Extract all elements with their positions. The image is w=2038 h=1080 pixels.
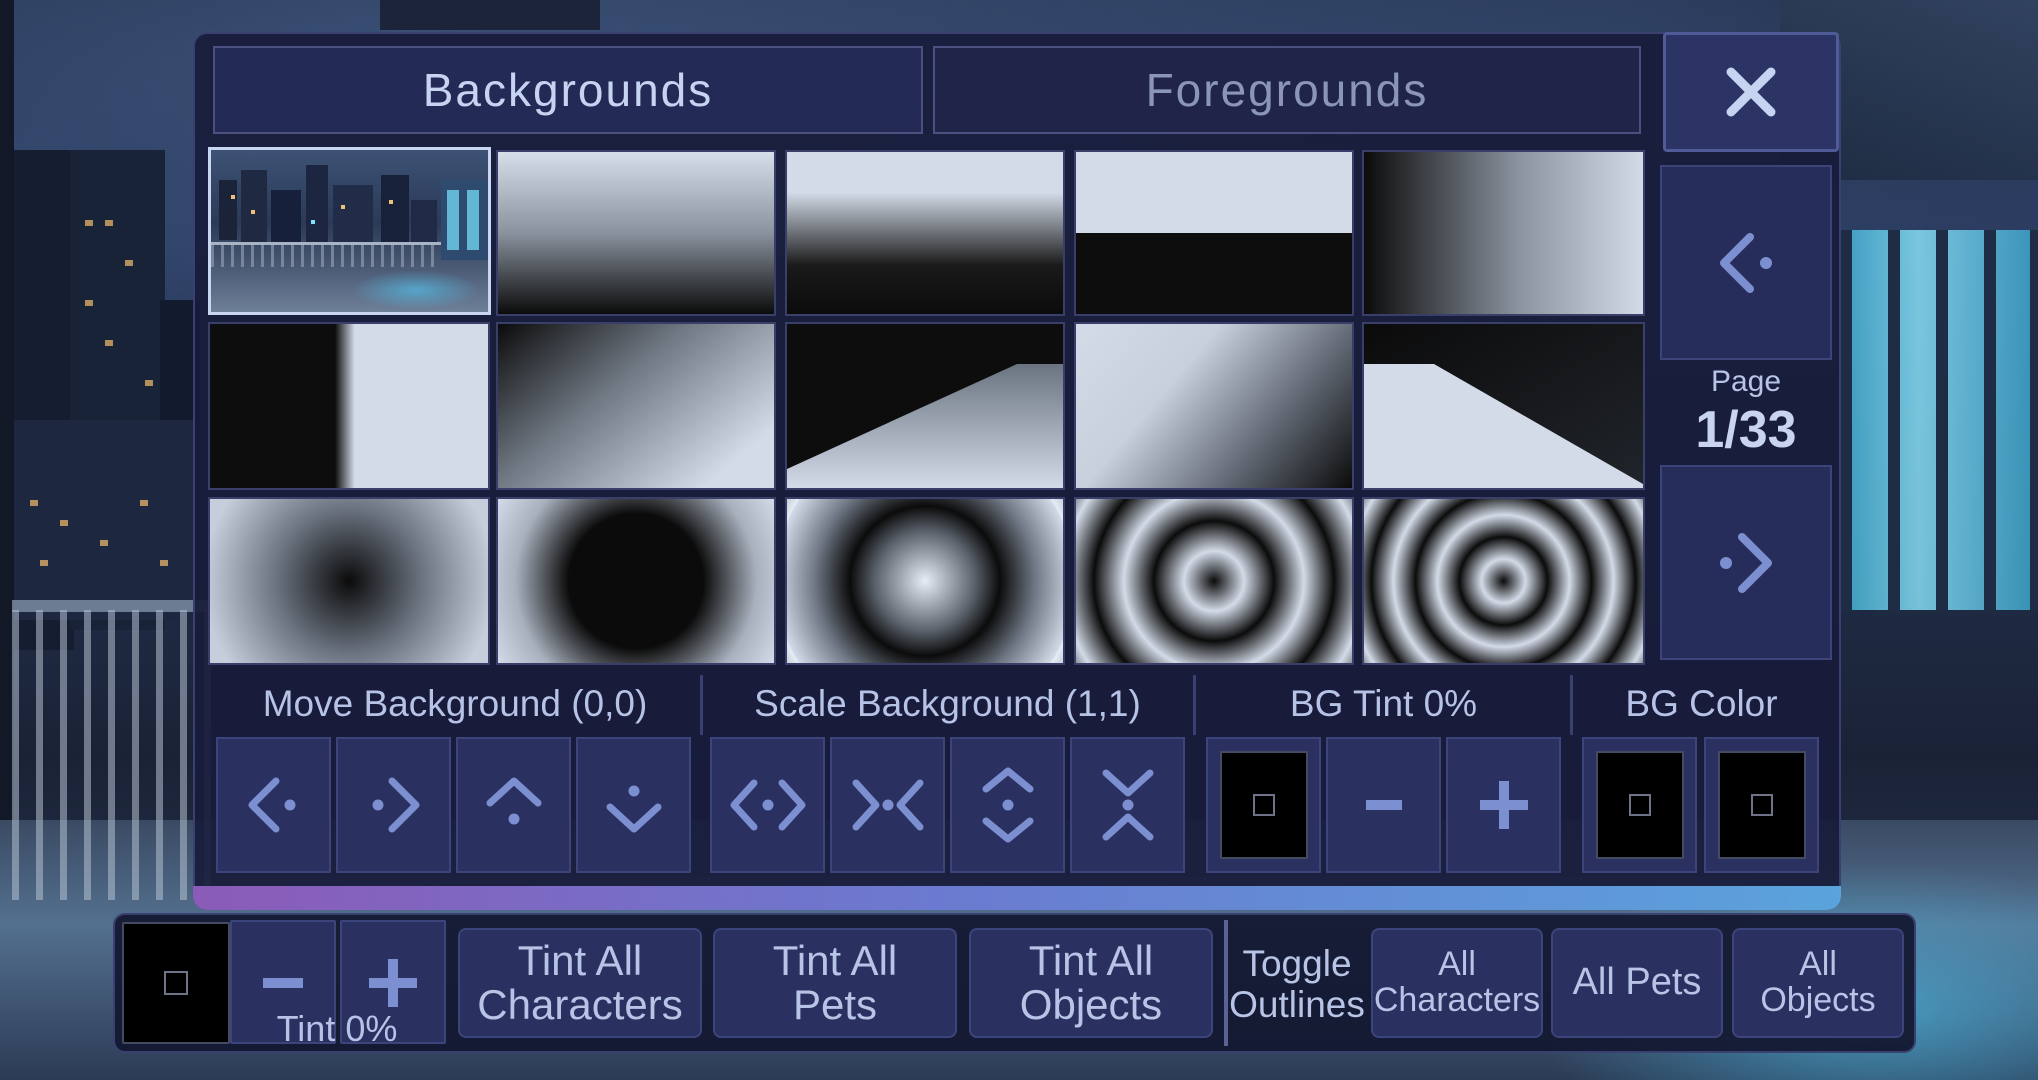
all-objects-line2: Objects (1760, 981, 1876, 1019)
page-label: Page (1710, 365, 1782, 398)
panel-accent-bar (193, 886, 1841, 910)
thumbnail-radial-light-center[interactable] (785, 497, 1065, 665)
bg-tint-increase-button[interactable] (1446, 737, 1561, 873)
thumbnail-gradient-soft-split[interactable] (785, 150, 1065, 316)
thumbnail-city-rooftop-night[interactable] (208, 147, 491, 315)
toolbar-divider (1224, 920, 1228, 1046)
move-background-label: Move Background (0,0) (262, 683, 648, 724)
tint-value-label: Tint 0% (276, 1008, 398, 1049)
thumbnail-perspective-floor-light[interactable] (785, 322, 1065, 490)
tint-all-characters-line1: Tint All (517, 936, 643, 984)
tint-all-pets-line1: Tint All (772, 936, 898, 984)
move-down-icon (606, 785, 661, 833)
bg-color-label: BG Color (1625, 683, 1778, 724)
chevron-right-icon (1720, 532, 1772, 593)
scale-vertical-increase-button[interactable] (950, 737, 1065, 873)
minus-icon (1365, 800, 1402, 810)
section-divider (700, 675, 703, 735)
thumbnail-perspective-floor-dark[interactable] (1362, 322, 1645, 490)
section-divider (1570, 675, 1573, 735)
all-characters-line1: All (1438, 945, 1476, 984)
tint-all-characters-button[interactable]: Tint All Characters (458, 928, 702, 1038)
bg-color-swatch-2 (1717, 751, 1806, 859)
thumbnail-gradient-horizontal[interactable] (1362, 150, 1645, 316)
move-up-icon (486, 777, 541, 825)
scale-vertical-decrease-button[interactable] (1070, 737, 1185, 873)
move-right-icon (372, 777, 419, 833)
expand-horizontal-icon (730, 779, 805, 831)
bg-tint-label: BG Tint 0% (1289, 683, 1478, 724)
thumbnail-radial-large-dark-center[interactable] (496, 497, 776, 665)
thumbnail-hard-split-vertical[interactable] (208, 322, 490, 490)
previous-page-button[interactable] (1660, 165, 1832, 360)
tab-foregrounds[interactable]: Foregrounds (933, 46, 1641, 134)
toggle-outlines-line1: Toggle (1242, 943, 1352, 985)
page-indicator: 1/33 (1695, 401, 1797, 459)
tint-color-button[interactable] (122, 922, 230, 1044)
minus-icon (263, 978, 303, 988)
bg-color-swatch-1 (1595, 751, 1684, 859)
thumbnail-diagonal-gradient-light[interactable] (1074, 322, 1354, 490)
all-objects-line1: All (1799, 945, 1837, 984)
tab-backgrounds[interactable]: Backgrounds (213, 46, 923, 134)
plus-icon (369, 959, 417, 1007)
bg-tint-swatch (1219, 751, 1308, 859)
thumbnail-concentric-rings-dense[interactable] (1362, 497, 1645, 665)
move-left-icon (248, 777, 295, 833)
tint-color-swatch (164, 971, 188, 995)
bg-color-primary-button[interactable] (1582, 737, 1697, 873)
move-left-button[interactable] (216, 737, 331, 873)
shrink-vertical-icon (1102, 769, 1153, 841)
plus-icon (1479, 781, 1528, 829)
move-right-button[interactable] (336, 737, 451, 873)
move-up-button[interactable] (456, 737, 571, 873)
thumbnail-diagonal-gradient[interactable] (496, 322, 776, 490)
move-down-button[interactable] (576, 737, 691, 873)
thumbnail-gradient-vertical[interactable] (496, 150, 776, 316)
outline-all-characters-button[interactable]: All Characters (1371, 928, 1543, 1038)
thumbnail-radial-dark-center[interactable] (208, 497, 490, 665)
shrink-horizontal-icon (852, 779, 923, 831)
tint-all-characters-line2: Characters (477, 981, 683, 1028)
tint-all-objects-line2: Objects (1019, 981, 1163, 1028)
scale-horizontal-increase-button[interactable] (710, 737, 825, 873)
chevron-left-icon (1720, 232, 1772, 293)
bg-color-secondary-button[interactable] (1704, 737, 1819, 873)
scale-background-label: Scale Background (1,1) (754, 683, 1141, 724)
expand-vertical-icon (982, 767, 1033, 843)
all-characters-line2: Characters (1373, 981, 1541, 1019)
tint-all-objects-button[interactable]: Tint All Objects (969, 928, 1213, 1038)
tint-all-objects-line1: Tint All (1028, 936, 1154, 984)
tint-all-pets-button[interactable]: Tint All Pets (713, 928, 957, 1038)
thumbnail-concentric-rings[interactable] (1074, 497, 1354, 665)
toggle-outlines-line2: Outlines (1229, 984, 1365, 1025)
toggle-outlines-label: Toggle Outlines (1229, 935, 1365, 1035)
all-pets-label: All Pets (1572, 961, 1702, 1004)
bg-tint-color-button[interactable] (1206, 737, 1321, 873)
next-page-button[interactable] (1660, 465, 1832, 660)
scale-horizontal-decrease-button[interactable] (830, 737, 945, 873)
bg-tint-decrease-button[interactable] (1326, 737, 1441, 873)
outline-all-pets-button[interactable]: All Pets (1551, 928, 1723, 1038)
thumbnail-hard-split-horizontal[interactable] (1074, 150, 1354, 316)
outline-all-objects-button[interactable]: All Objects (1732, 928, 1904, 1038)
close-button[interactable] (1663, 32, 1839, 152)
tint-all-pets-line2: Pets (792, 981, 878, 1028)
close-icon (1726, 67, 1776, 117)
